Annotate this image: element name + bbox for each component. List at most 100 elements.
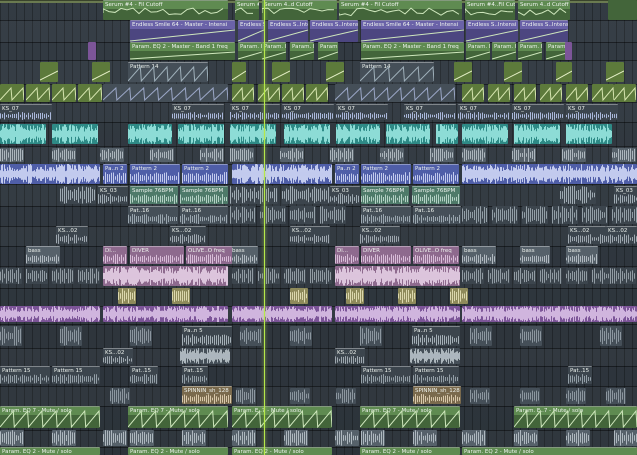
audio-clip[interactable]: KS_07: [0, 104, 52, 120]
audio-clip[interactable]: bass: [26, 246, 60, 264]
automation-clip[interactable]: [608, 0, 637, 20]
pattern-clip[interactable]: [606, 62, 624, 82]
audio-clip[interactable]: Dl...: [103, 246, 127, 264]
audio-clip[interactable]: KS...02: [290, 226, 330, 244]
automation-clip[interactable]: Serum #4..Fil Cutoff: [465, 0, 515, 20]
automation-clip[interactable]: Endless S..Intensi: [238, 20, 264, 42]
audio-clip[interactable]: KS...02: [360, 226, 400, 244]
audio-clip[interactable]: [346, 288, 364, 304]
audio-clip[interactable]: KS...02: [56, 226, 88, 244]
audio-clip[interactable]: [566, 388, 586, 404]
audio-clip[interactable]: [230, 186, 278, 204]
pattern-clip[interactable]: [492, 206, 518, 224]
audio-clip[interactable]: SPINNIN_sh_128: [182, 386, 232, 404]
automation-clip[interactable]: Serum #4 - Fil Cutoff: [339, 0, 462, 20]
automation-clip[interactable]: Param. EQ 7 - Mute / solo: [128, 406, 228, 428]
pattern-clip[interactable]: Pattern 15: [0, 366, 50, 384]
audio-clip[interactable]: [178, 124, 224, 144]
audio-clip[interactable]: bass: [462, 246, 496, 264]
pattern-clip[interactable]: [552, 206, 578, 224]
pattern-clip[interactable]: Pat..15: [182, 366, 208, 384]
audio-clip[interactable]: [52, 430, 76, 446]
pattern-clip[interactable]: [566, 84, 588, 102]
audio-clip[interactable]: [0, 268, 22, 284]
audio-clip[interactable]: [128, 124, 172, 144]
audio-clip[interactable]: [118, 288, 136, 304]
pattern-clip[interactable]: Pat..16: [128, 206, 178, 224]
audio-clip[interactable]: [0, 306, 100, 322]
automation-clip[interactable]: Param. E..d 1 freq: [466, 42, 490, 60]
pattern-clip[interactable]: [592, 84, 614, 102]
audio-clip[interactable]: [0, 124, 46, 144]
audio-clip[interactable]: Pattern 2: [130, 164, 180, 184]
playhead-marker[interactable]: [264, 0, 265, 455]
pattern-clip[interactable]: [232, 62, 246, 82]
audio-clip[interactable]: [232, 430, 256, 446]
audio-clip[interactable]: [310, 268, 332, 284]
pattern-clip[interactable]: [462, 84, 484, 102]
audio-clip[interactable]: [560, 186, 596, 204]
audio-clip[interactable]: KS_07: [566, 104, 618, 120]
audio-clip[interactable]: [232, 268, 254, 284]
audio-clip[interactable]: Pattern 2: [361, 164, 411, 184]
pattern-clip[interactable]: [556, 62, 572, 82]
automation-clip[interactable]: Endless Smile 64 - Master - Intensi: [130, 20, 235, 42]
pattern-clip[interactable]: [612, 206, 637, 224]
automation-clip[interactable]: Param. EQ 2 - Master - Band 1 freq: [361, 42, 464, 60]
audio-clip[interactable]: OLIVE..O freq: [413, 246, 459, 264]
audio-clip[interactable]: [540, 268, 562, 284]
audio-clip[interactable]: [172, 288, 190, 304]
audio-clip[interactable]: [361, 430, 385, 446]
audio-clip[interactable]: KS...02: [335, 348, 365, 364]
automation-clip[interactable]: Param. E..7 - Mute / solo: [514, 406, 637, 428]
audio-clip[interactable]: [110, 388, 130, 404]
audio-clip[interactable]: [280, 148, 304, 162]
audio-clip[interactable]: bass: [566, 246, 598, 264]
pattern-clip[interactable]: [326, 62, 344, 82]
audio-clip[interactable]: [520, 326, 542, 346]
audio-clip[interactable]: [103, 306, 228, 322]
pattern-clip[interactable]: [52, 84, 76, 102]
audio-clip[interactable]: [0, 430, 24, 446]
pattern-clip[interactable]: [26, 84, 50, 102]
audio-clip[interactable]: [360, 326, 382, 346]
audio-clip[interactable]: [236, 388, 256, 404]
audio-clip[interactable]: KS_07: [512, 104, 564, 120]
pattern-clip[interactable]: Pattern 15: [413, 366, 459, 384]
audio-clip[interactable]: [100, 148, 124, 162]
audio-clip[interactable]: [103, 430, 127, 446]
audio-clip[interactable]: [462, 268, 484, 284]
track-lane[interactable]: [0, 288, 637, 306]
audio-clip[interactable]: [436, 124, 458, 144]
audio-clip[interactable]: [514, 124, 560, 144]
audio-clip[interactable]: [290, 326, 312, 346]
audio-clip[interactable]: [566, 268, 588, 284]
pattern-clip[interactable]: Pattern 15: [52, 366, 100, 384]
audio-clip[interactable]: [0, 164, 100, 184]
audio-clip[interactable]: [566, 124, 612, 144]
pattern-clip[interactable]: Pattern 15: [361, 366, 411, 384]
audio-clip[interactable]: [335, 266, 460, 286]
audio-clip[interactable]: KS_03: [330, 186, 360, 204]
audio-clip[interactable]: [26, 268, 48, 284]
automation-clip[interactable]: Serum #4 - Fil Cutoff: [103, 0, 228, 20]
automation-clip[interactable]: Serum 4..d Cutoff: [518, 0, 570, 20]
audio-clip[interactable]: bass: [230, 246, 258, 264]
audio-clip[interactable]: [462, 164, 637, 184]
audio-clip[interactable]: [462, 430, 486, 446]
audio-clip[interactable]: KS_07: [230, 104, 280, 120]
pattern-clip[interactable]: Pat..15: [130, 366, 158, 384]
audio-clip[interactable]: [180, 348, 230, 364]
automation-clip[interactable]: Param. E..d 1 freq: [262, 42, 286, 60]
audio-clip[interactable]: [488, 268, 510, 284]
audio-clip[interactable]: [282, 186, 330, 204]
audio-clip[interactable]: [462, 148, 486, 162]
audio-clip[interactable]: [200, 148, 224, 162]
pattern-clip[interactable]: [0, 84, 24, 102]
audio-clip[interactable]: [240, 326, 262, 346]
pattern-clip[interactable]: [514, 84, 536, 102]
pattern-clip[interactable]: [320, 206, 346, 224]
audio-clip[interactable]: [0, 148, 24, 162]
automation-clip[interactable]: Endless S..Intensi: [310, 20, 358, 42]
automation-clip[interactable]: Param. EQ 2 - Mute / solo: [0, 447, 100, 455]
